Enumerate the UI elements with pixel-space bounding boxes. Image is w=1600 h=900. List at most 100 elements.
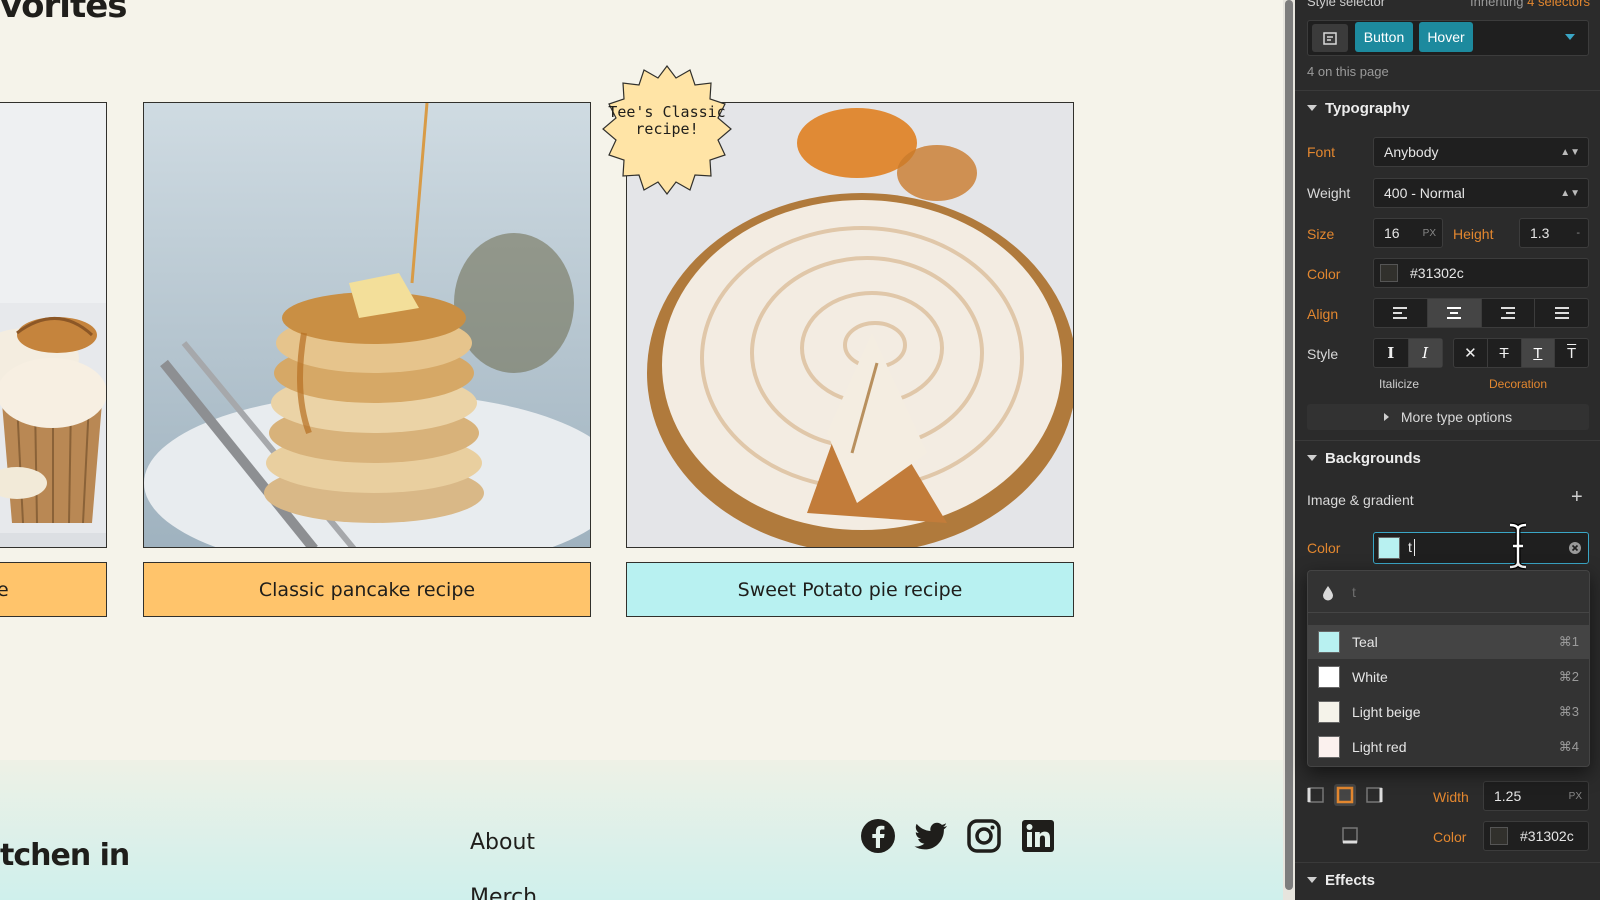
- italicize-caption: Italicize: [1379, 377, 1420, 391]
- inheriting-prefix: Inheriting: [1470, 0, 1524, 9]
- swatch-option-teal[interactable]: Teal ⌘1: [1308, 625, 1589, 659]
- footer: [0, 760, 1285, 900]
- italic-group: I I: [1373, 338, 1443, 368]
- card-label-text: e: [0, 578, 9, 601]
- more-type-options-button[interactable]: More type options: [1307, 404, 1589, 430]
- design-canvas[interactable]: vorites e Classic pancake recipe Sweet P…: [0, 0, 1285, 900]
- text-color-field[interactable]: #31302c: [1373, 258, 1589, 288]
- overline-button[interactable]: T: [1555, 339, 1588, 367]
- decoration-caption: Decoration: [1489, 377, 1548, 391]
- backgrounds-heading: Backgrounds: [1325, 450, 1421, 467]
- style-label: Style: [1307, 346, 1339, 362]
- align-left-button[interactable]: [1374, 299, 1428, 327]
- backgrounds-section-header[interactable]: Backgrounds: [1295, 440, 1600, 476]
- border-side-group: [1307, 780, 1383, 810]
- effects-heading: Effects: [1325, 872, 1376, 889]
- footer-heading: tchen in: [0, 838, 130, 873]
- font-label: Font: [1307, 144, 1336, 160]
- section-title: vorites: [0, 0, 127, 26]
- swatch-dropdown: t Teal ⌘1 White ⌘2 Light beige ⌘3 Light …: [1307, 570, 1590, 767]
- border-width-label: Width: [1433, 789, 1469, 805]
- footer-link-about[interactable]: About: [470, 830, 535, 855]
- height-label: Height: [1453, 226, 1494, 242]
- facebook-icon[interactable]: [860, 818, 896, 854]
- size-unit[interactable]: PX: [1423, 228, 1436, 239]
- swatch-search[interactable]: t: [1308, 571, 1589, 613]
- height-unit[interactable]: -: [1576, 227, 1580, 239]
- cupcake-image: [0, 103, 106, 547]
- italic-icon: I: [1422, 344, 1429, 362]
- font-select[interactable]: Anybody ▲▼: [1373, 137, 1589, 167]
- card-label-text: Classic pancake recipe: [258, 578, 476, 601]
- chevron-down-icon[interactable]: [1565, 34, 1575, 40]
- typography-section-header[interactable]: Typography: [1295, 90, 1600, 126]
- no-decoration-button[interactable]: ✕: [1454, 339, 1488, 367]
- align-center-button[interactable]: [1427, 299, 1482, 327]
- twitter-icon[interactable]: [913, 818, 949, 854]
- card-image-pancakes[interactable]: [143, 102, 591, 548]
- image-gradient-label: Image & gradient: [1307, 492, 1414, 508]
- border-width-input[interactable]: 1.25 PX: [1483, 781, 1589, 811]
- swatch-option-light-beige[interactable]: Light beige ⌘3: [1308, 695, 1589, 729]
- style-selector-label: Style selector: [1307, 0, 1386, 9]
- selector-tag-button[interactable]: Button: [1355, 22, 1413, 52]
- swatch-name: Light red: [1352, 739, 1407, 755]
- align-justify-button[interactable]: [1535, 299, 1588, 327]
- color-swatch: [1318, 736, 1340, 758]
- swatch-name: White: [1352, 669, 1388, 685]
- italic-button[interactable]: I: [1408, 339, 1442, 367]
- border-right-icon[interactable]: [1365, 786, 1383, 804]
- footer-link-merch[interactable]: Merch: [470, 885, 537, 900]
- badge-text: Tee's Classic recipe!: [608, 103, 726, 138]
- bg-color-input[interactable]: t: [1373, 532, 1589, 564]
- size-input[interactable]: 16 PX: [1373, 218, 1443, 248]
- border-left-icon[interactable]: [1307, 786, 1325, 804]
- border-color-field[interactable]: #31302c: [1483, 821, 1589, 851]
- swatch-name: Light beige: [1352, 704, 1421, 720]
- canvas-scrollbar-thumb[interactable]: [1285, 0, 1293, 890]
- card-label-2[interactable]: Classic pancake recipe: [143, 562, 591, 617]
- effects-section-header[interactable]: Effects: [1295, 862, 1600, 898]
- swatch-shortcut: ⌘1: [1558, 634, 1579, 649]
- height-input[interactable]: 1.3 -: [1519, 218, 1589, 248]
- caret-down-icon: [1307, 455, 1317, 461]
- font-value: Anybody: [1384, 144, 1439, 160]
- weight-value: 400 - Normal: [1384, 185, 1465, 201]
- border-width-unit[interactable]: PX: [1569, 791, 1582, 802]
- swatch-shortcut: ⌘3: [1558, 704, 1579, 719]
- swatch-option-white[interactable]: White ⌘2: [1308, 660, 1589, 694]
- strikethrough-button[interactable]: T: [1488, 339, 1522, 367]
- border-all-icon[interactable]: [1334, 784, 1356, 806]
- caret-down-icon: [1307, 877, 1317, 883]
- text-color-label: Color: [1307, 266, 1341, 282]
- more-type-options-label: More type options: [1400, 409, 1513, 425]
- droplet-icon: [1323, 586, 1333, 601]
- border-bottom-icon[interactable]: [1341, 826, 1359, 844]
- weight-select[interactable]: 400 - Normal ▲▼: [1373, 178, 1589, 208]
- underline-button[interactable]: T: [1521, 339, 1556, 367]
- swatch-search-text: t: [1352, 584, 1356, 600]
- align-label: Align: [1307, 306, 1339, 322]
- color-swatch[interactable]: [1490, 827, 1508, 845]
- clear-circle-icon[interactable]: [1568, 541, 1582, 555]
- align-right-button[interactable]: [1482, 299, 1536, 327]
- color-swatch[interactable]: [1378, 537, 1400, 559]
- card-image-cupcake[interactable]: [0, 102, 107, 548]
- border-color-label: Color: [1433, 829, 1467, 845]
- plus-icon[interactable]: +: [1571, 486, 1583, 509]
- swatch-option-light-red[interactable]: Light red ⌘4: [1308, 730, 1589, 764]
- swatch-shortcut: ⌘4: [1558, 739, 1579, 754]
- card-label-1[interactable]: e: [0, 562, 107, 617]
- upright-button[interactable]: I: [1374, 339, 1409, 367]
- selector-type-icon[interactable]: [1312, 24, 1348, 52]
- instagram-icon[interactable]: [966, 818, 1002, 854]
- card-label-text: Sweet Potato pie recipe: [737, 578, 963, 601]
- card-label-3[interactable]: Sweet Potato pie recipe: [626, 562, 1074, 617]
- color-swatch[interactable]: [1380, 264, 1398, 282]
- align-right-icon: [1500, 307, 1515, 319]
- bg-color-input-text: t: [1408, 539, 1412, 555]
- linkedin-icon[interactable]: [1020, 818, 1056, 854]
- inheriting-count-link[interactable]: 4 selectors: [1527, 0, 1590, 9]
- swatch-shortcut: ⌘2: [1558, 669, 1579, 684]
- selector-tag-hover[interactable]: Hover: [1419, 22, 1473, 52]
